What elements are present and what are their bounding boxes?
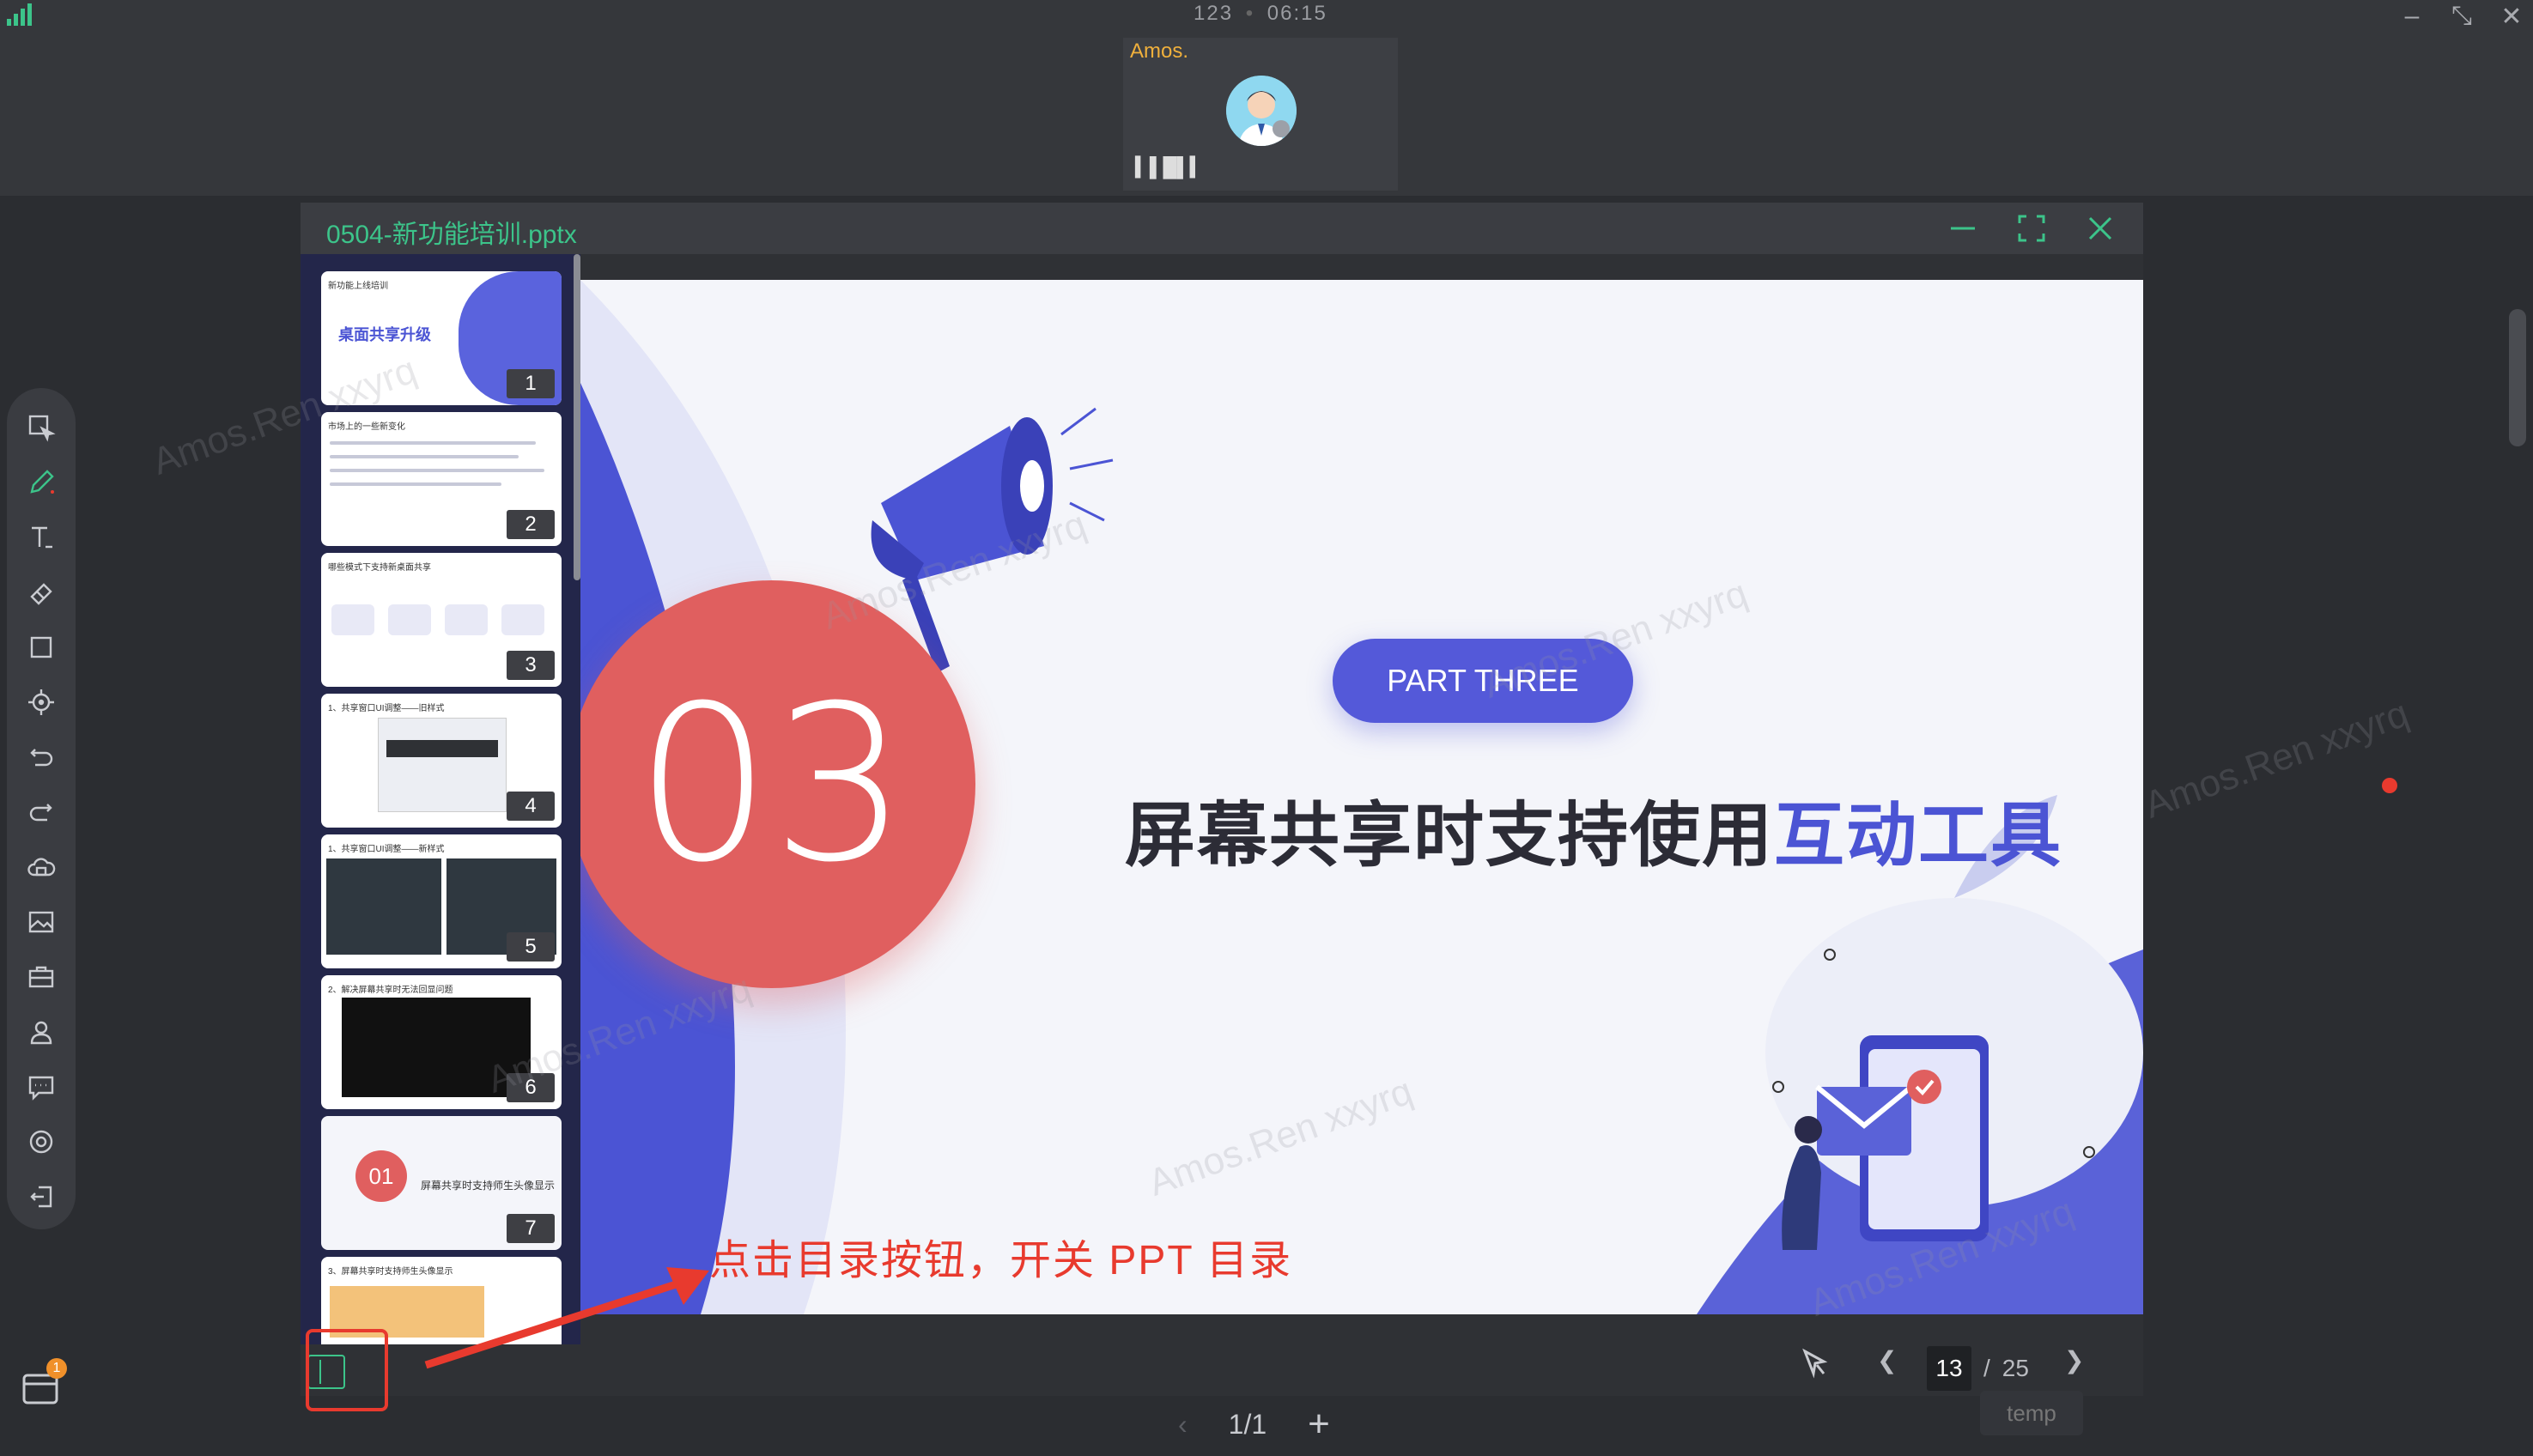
page-number-control: 13 / 25 — [1927, 1346, 2029, 1391]
document-viewer: 0504-新功能培训.pptx 新功能上线培训 桌面共享升级 1 市场上的一些新… — [301, 203, 2143, 1396]
prev-page-button[interactable]: ❮ — [1877, 1346, 1897, 1374]
board-page-indicator: ‹ 1/1 + — [1178, 1403, 1330, 1446]
slide-thumbnail[interactable]: 市场上的一些新变化 2 — [321, 412, 562, 546]
annotation-text: 点击目录按钮，开关 PPT 目录 — [709, 1238, 1293, 1283]
redo-icon[interactable] — [21, 792, 62, 833]
user-icon[interactable] — [21, 1011, 62, 1053]
pen-icon[interactable] — [21, 462, 62, 503]
pointer-tool-button[interactable] — [1798, 1346, 1832, 1380]
board-page-count: 1/1 — [1228, 1408, 1267, 1440]
chat-icon[interactable] — [21, 1066, 62, 1107]
page-separator: / — [1983, 1355, 1990, 1381]
meeting-time: 06:15 — [1266, 2, 1327, 25]
cloud-upload-icon[interactable] — [21, 846, 62, 888]
minimize-icon[interactable]: – — [2399, 2, 2425, 32]
avatar — [1226, 76, 1297, 146]
laser-pointer-icon[interactable] — [21, 682, 62, 723]
headline-main: 屏幕共享时支持使用 — [1124, 797, 1774, 875]
watermark: Amos.Ren xxyrq — [2139, 692, 2415, 827]
temp-label: temp — [1980, 1391, 2083, 1435]
chevron-right-icon: ❯ — [2064, 1347, 2085, 1374]
toolbox-icon[interactable] — [21, 956, 62, 998]
undo-icon[interactable] — [21, 737, 62, 778]
eraser-icon[interactable] — [21, 572, 62, 613]
record-icon[interactable] — [21, 1121, 62, 1162]
meeting-info: 123 • 06:15 — [1194, 2, 1327, 26]
slide-headline: 屏幕共享时支持使用互动工具 — [1044, 778, 2143, 880]
restore-icon[interactable]: ⤡ — [2449, 2, 2475, 32]
total-pages: 25 — [2001, 1355, 2029, 1381]
participant-video-tile[interactable]: Amos. ▍▌█▌▍ — [1123, 38, 1398, 191]
pointer-icon — [1802, 1348, 1828, 1379]
meeting-id: 123 — [1194, 2, 1234, 25]
text-icon[interactable] — [21, 517, 62, 558]
close-icon[interactable]: ✕ — [2499, 2, 2524, 32]
board-prev-icon[interactable]: ‹ — [1178, 1409, 1188, 1441]
add-page-button[interactable]: + — [1308, 1403, 1330, 1446]
slide-canvas[interactable]: 03 PART THREE 屏幕共享时支持使用互动工具 — [580, 280, 2143, 1314]
app-launcher-button[interactable]: 1 — [21, 1358, 67, 1408]
slide-thumbnail[interactable]: 01 屏幕共享时支持师生头像显示 7 — [321, 1116, 562, 1250]
headline-highlight: 互动工具 — [1774, 797, 2063, 875]
separator-dot: • — [1245, 2, 1255, 25]
viewer-title-bar: 0504-新功能培训.pptx — [301, 203, 2143, 254]
part-label-pill: PART THREE — [1333, 639, 1633, 723]
section-number-badge: 03 — [580, 580, 975, 988]
next-page-button[interactable]: ❯ — [2064, 1346, 2084, 1374]
participant-name: Amos. — [1130, 39, 1189, 63]
viewer-close-icon[interactable] — [2080, 208, 2121, 249]
file-name: 0504-新功能培训.pptx — [326, 221, 577, 249]
image-icon[interactable] — [21, 901, 62, 943]
top-bar: 123 • 06:15 – ⤡ ✕ Amos. ▍▌█▌▍ — [0, 0, 2533, 196]
toc-highlight-box — [306, 1329, 388, 1411]
slide-thumbnail[interactable]: 1、共享窗口UI调整——旧样式 4 — [321, 694, 562, 828]
rectangle-icon[interactable] — [21, 627, 62, 668]
whiteboard-toolbar — [7, 388, 76, 1229]
slide-thumbnail[interactable]: 新功能上线培训 桌面共享升级 1 — [321, 271, 562, 405]
thumbnail-scrollbar[interactable] — [574, 254, 580, 580]
audio-wave-icon: ▍▌█▌▍ — [1135, 156, 1205, 178]
viewer-minimize-icon[interactable] — [1942, 208, 1983, 249]
slide-thumbnail[interactable]: 哪些模式下支持新桌面共享 3 — [321, 553, 562, 687]
laser-dot — [2382, 778, 2397, 793]
slide-thumbnail[interactable]: 2、解决屏幕共享时无法回显问题 6 — [321, 975, 562, 1109]
chevron-left-icon: ❮ — [1877, 1347, 1898, 1374]
signal-strength-icon — [7, 3, 33, 26]
slide-thumbnail-panel[interactable]: 新功能上线培训 桌面共享升级 1 市场上的一些新变化 2 哪些模式下支持新桌面共… — [301, 254, 580, 1344]
slide-thumbnail[interactable]: 1、共享窗口UI调整——新样式 5 — [321, 834, 562, 968]
page-scrollbar[interactable] — [2509, 309, 2526, 446]
window-controls: – ⤡ ✕ — [2399, 2, 2524, 32]
viewer-fullscreen-icon[interactable] — [2011, 208, 2052, 249]
notification-badge: 1 — [46, 1358, 67, 1379]
current-page-input[interactable]: 13 — [1927, 1346, 1971, 1391]
cursor-select-icon[interactable] — [21, 407, 62, 448]
exit-icon[interactable] — [21, 1176, 62, 1217]
